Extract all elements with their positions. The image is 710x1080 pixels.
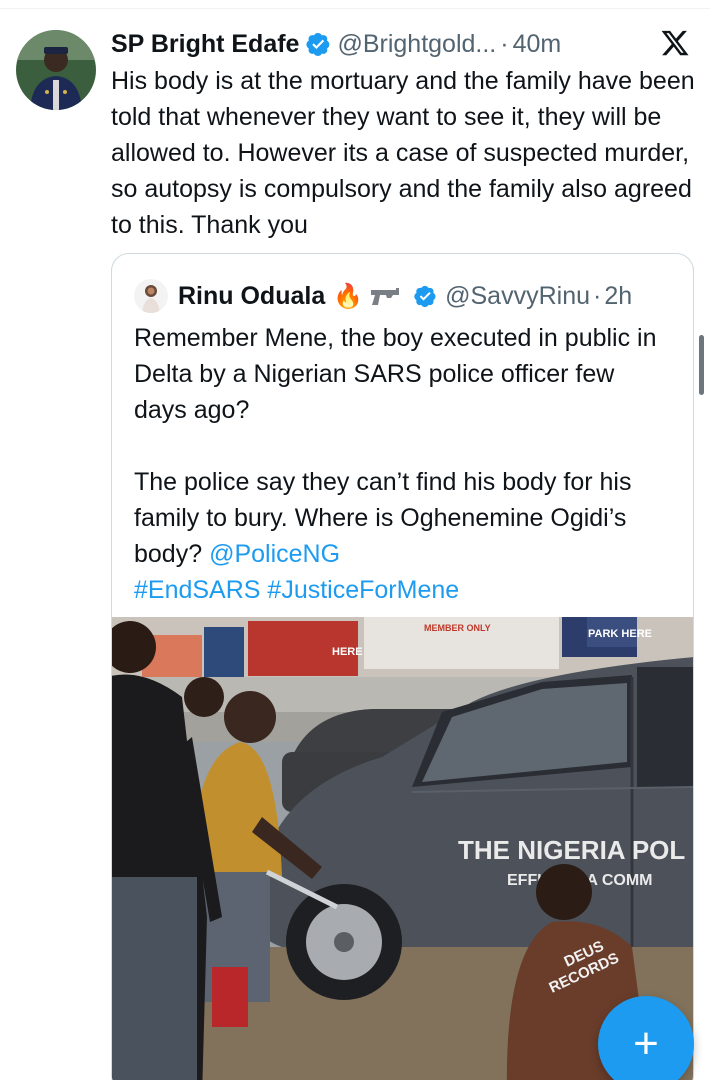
separator-dot: ·	[593, 281, 602, 310]
quoted-author-avatar[interactable]	[134, 279, 168, 313]
x-logo-icon	[661, 30, 689, 56]
verified-badge-icon	[414, 285, 436, 308]
scrollbar[interactable]	[699, 335, 704, 395]
tweet-text: His body is at the mortuary and the fami…	[111, 67, 695, 239]
fire-emoji-icon: 🔥	[333, 282, 364, 310]
separator-dot: ·	[500, 29, 509, 58]
author-name[interactable]: SP Bright Edafe	[111, 30, 299, 59]
quoted-timestamp[interactable]: 2h	[604, 282, 632, 311]
quoted-tweet[interactable]: Rinu Oduala 🔥 @SavvyRinu · 2h Remember M…	[111, 253, 694, 1080]
quoted-tweet-header: Rinu Oduala 🔥 @SavvyRinu · 2h	[134, 276, 673, 316]
billboard-text-park-here: PARK HERE	[588, 628, 652, 640]
quoted-paragraph-1: Remember Mene, the boy executed in publi…	[134, 324, 657, 424]
tweet: SP Bright Edafe @Brightgold... · 40m His…	[0, 0, 710, 1080]
plus-icon: +	[633, 1019, 659, 1068]
mention-link[interactable]: @PoliceNG	[209, 540, 340, 568]
tweet-header: SP Bright Edafe @Brightgold... · 40m	[111, 26, 690, 62]
gun-emoji-icon	[371, 288, 400, 305]
quoted-paragraph-2: The police say they can’t find his body …	[134, 464, 674, 572]
van-text-line-1: THE NIGERIA POL	[458, 835, 685, 865]
hashtag-links[interactable]: #EndSARS #JusticeForMene	[134, 572, 674, 608]
verified-badge-icon	[306, 33, 330, 57]
quoted-author-name[interactable]: Rinu Oduala	[178, 282, 325, 311]
timestamp[interactable]: 40m	[513, 30, 562, 59]
quoted-tweet-text: Remember Mene, the boy executed in publi…	[134, 320, 674, 608]
author-handle[interactable]: @Brightgold...	[337, 30, 496, 59]
billboard-text-member: MEMBER ONLY	[424, 623, 491, 633]
quoted-media-image[interactable]: HERE MEMBER ONLY PARK HERE THE NIGERIA P…	[112, 617, 693, 1080]
billboard-text-here: HERE	[332, 646, 363, 658]
quoted-author-handle[interactable]: @SavvyRinu	[445, 282, 590, 311]
author-avatar[interactable]	[16, 30, 96, 110]
